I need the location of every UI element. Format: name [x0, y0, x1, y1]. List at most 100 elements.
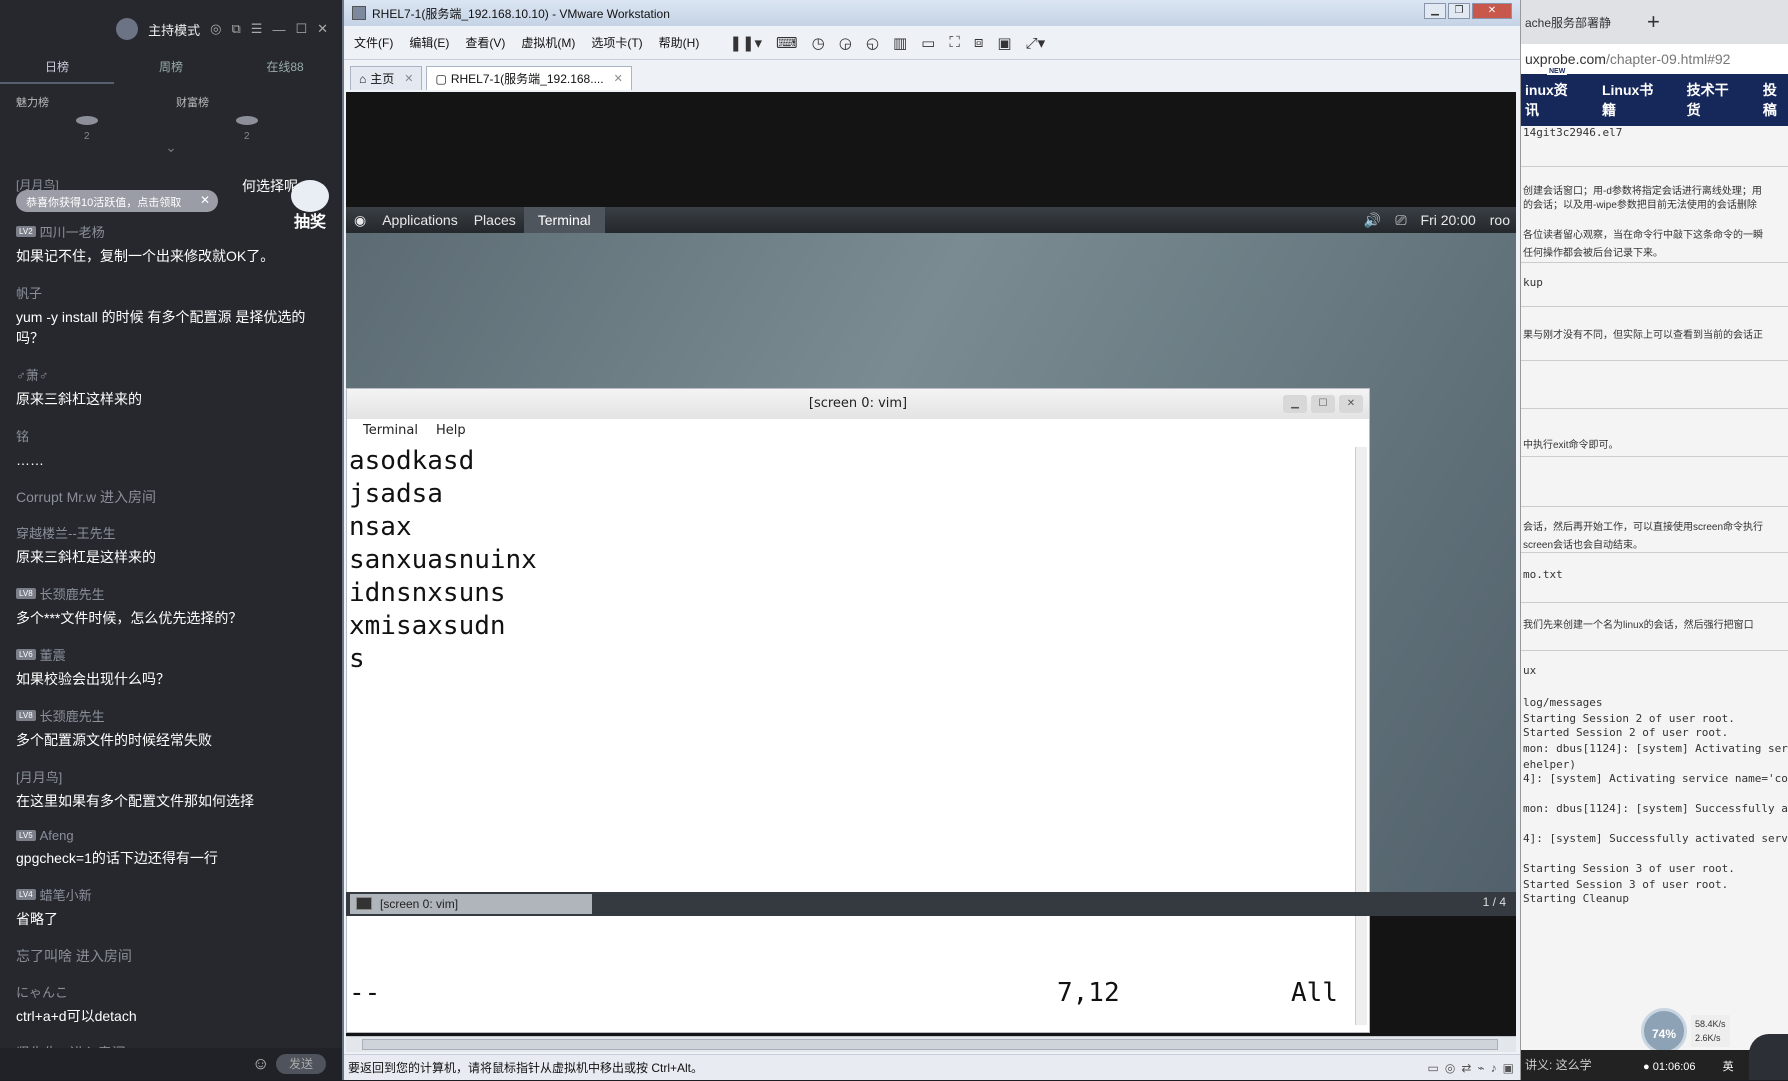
close-button[interactable]: ✕: [1339, 395, 1363, 413]
thumbnail-icon[interactable]: ▭: [921, 34, 935, 52]
close-icon[interactable]: ✕: [614, 72, 623, 85]
charm-top-avatar[interactable]: [76, 116, 98, 125]
menu-vm[interactable]: 虚拟机(M): [521, 34, 575, 51]
send-keys-icon[interactable]: ⌨: [776, 34, 798, 52]
gnome-clock[interactable]: Fri 20:00: [1421, 212, 1476, 229]
tab-daily[interactable]: 日榜: [0, 58, 114, 84]
cdrom-icon[interactable]: ◎: [1445, 1055, 1455, 1081]
settings-icon[interactable]: ◎: [210, 21, 221, 37]
menu-view[interactable]: 查看(V): [465, 34, 505, 51]
gnome-logo-icon[interactable]: ◉: [346, 212, 374, 229]
network-meter[interactable]: 74% 58.4K/s 2.6K/s: [1641, 1008, 1730, 1054]
chat-username[interactable]: 忘了叫啥 进入房间: [16, 946, 332, 966]
minimize-button[interactable]: ▁: [1283, 395, 1307, 413]
sidebar-icon[interactable]: ▥: [893, 34, 907, 52]
user-menu[interactable]: roo: [1490, 212, 1510, 229]
menu-icon[interactable]: ☰: [251, 21, 263, 37]
tab-home[interactable]: ⌂ 主页 ✕: [350, 66, 423, 90]
chat-username[interactable]: にゃんこ: [16, 982, 332, 1001]
new-tab-icon[interactable]: +: [1647, 9, 1660, 35]
chat-username[interactable]: LV2 四川一老杨: [16, 222, 332, 241]
scrollbar-thumb[interactable]: [362, 1039, 1498, 1050]
share-icon[interactable]: ⧉: [231, 21, 240, 37]
applications-menu[interactable]: Applications: [374, 212, 466, 228]
terminal-titlebar[interactable]: [screen 0: vim] ▁ ☐ ✕: [347, 389, 1369, 419]
chevron-down-icon[interactable]: ⌄: [0, 140, 342, 156]
vmware-titlebar[interactable]: RHEL7-1(服务端_192.168.10.10) - VMware Work…: [344, 0, 1520, 26]
fullscreen-icon[interactable]: ⛶: [949, 34, 960, 52]
console-icon[interactable]: ▣: [997, 34, 1011, 52]
hdd-icon[interactable]: ▭: [1428, 1055, 1439, 1081]
taskbar-item-terminal[interactable]: [screen 0: vim]: [350, 894, 592, 914]
pause-icon[interactable]: ❚❚▾: [729, 34, 762, 52]
window-controls: ▁ ❐ ✕: [1424, 3, 1512, 19]
menu-edit[interactable]: 编辑(E): [409, 34, 449, 51]
chat-username[interactable]: 铭: [16, 426, 332, 445]
reward-toast-text: 恭喜你获得10活跃值，点击领取: [26, 197, 182, 209]
chat-username[interactable]: LV4 蜡笔小新: [16, 885, 332, 904]
wealth-top-avatar[interactable]: [236, 116, 258, 125]
send-button[interactable]: 发送: [276, 1054, 326, 1074]
stretch-icon[interactable]: ⤢▾: [1026, 34, 1046, 52]
minimize-button[interactable]: ▁: [1424, 3, 1446, 19]
snapshot-icon[interactable]: ◷: [812, 34, 825, 52]
ime-indicator[interactable]: 英: [1723, 1061, 1734, 1073]
maximize-button[interactable]: ❐: [1448, 3, 1470, 19]
terminal-window[interactable]: [screen 0: vim] ▁ ☐ ✕ Terminal Help asod…: [346, 388, 1370, 1033]
horizontal-scrollbar[interactable]: [346, 1036, 1516, 1052]
menu-terminal[interactable]: Terminal: [363, 419, 418, 443]
chat-username[interactable]: LV5 Afeng: [16, 828, 332, 843]
close-icon[interactable]: ✕: [317, 21, 328, 37]
chat-username[interactable]: 帆子: [16, 283, 332, 302]
host-avatar[interactable]: [116, 18, 139, 40]
nav-submit[interactable]: 投稿: [1763, 80, 1788, 120]
minimize-icon[interactable]: —: [272, 22, 285, 37]
browser-tab[interactable]: ache服务部署静: [1521, 14, 1631, 31]
section-divider: [1521, 456, 1788, 457]
network-icon[interactable]: ⎚: [1395, 212, 1406, 229]
sound-icon[interactable]: ♪: [1491, 1055, 1497, 1081]
terminal-scrollbar[interactable]: [1355, 447, 1367, 1025]
vm-display[interactable]: ◉ Applications Places Terminal 🔊 ⎚ Fri 2…: [346, 92, 1516, 1036]
menu-tabs[interactable]: 选项卡(T): [591, 34, 642, 51]
unity-icon[interactable]: ⧈: [974, 34, 984, 52]
chat-username[interactable]: LV8 长颈鹿先生: [16, 706, 332, 725]
menu-help[interactable]: Help: [436, 419, 466, 443]
nav-tech[interactable]: 技术干货: [1687, 80, 1737, 120]
revert-snapshot-icon[interactable]: ◶: [839, 34, 852, 52]
close-icon[interactable]: ✕: [404, 72, 413, 85]
vim-buffer[interactable]: asodkasd jsadsa nsax sanxuasnuinx idnsnxsuns…: [349, 445, 1351, 1027]
article-line: 中执行exit命令即可。: [1523, 440, 1619, 451]
reward-toast[interactable]: 恭喜你获得10活跃值，点击领取 ✕: [16, 190, 218, 212]
network-adapter-icon[interactable]: ⇄: [1461, 1055, 1471, 1081]
terminal-app-menu[interactable]: Terminal: [523, 207, 605, 233]
maximize-button[interactable]: ☐: [1311, 395, 1335, 413]
chat-message-text: 在这里如果有多个配置文件那如何选择: [16, 793, 254, 809]
nav-books[interactable]: Linux书籍: [1602, 80, 1661, 120]
places-menu[interactable]: Places: [466, 212, 524, 228]
menu-file[interactable]: 文件(F): [354, 34, 393, 51]
close-icon[interactable]: ✕: [200, 193, 210, 207]
tab-online[interactable]: 在线88: [228, 58, 342, 84]
display-icon[interactable]: ▣: [1503, 1055, 1514, 1081]
nav-news[interactable]: NEW inux资讯: [1525, 68, 1576, 120]
chat-username[interactable]: LV6 董震: [16, 645, 332, 664]
charm-board[interactable]: 魅力榜 2: [16, 94, 166, 142]
chat-username[interactable]: [月月鸟]: [16, 767, 332, 786]
wealth-board[interactable]: 财富榜 2: [176, 94, 326, 142]
emoji-icon[interactable]: ☺: [252, 1054, 269, 1074]
tab-vm[interactable]: ▢ RHEL7-1(服务端_192.168.... ✕: [426, 66, 632, 90]
workspace-indicator[interactable]: 1 / 4: [1483, 895, 1506, 909]
tab-weekly[interactable]: 周榜: [114, 58, 228, 84]
maximize-icon[interactable]: ☐: [295, 21, 307, 37]
vmware-app-icon: [352, 6, 366, 20]
chat-username[interactable]: ♂萧♂: [16, 365, 332, 384]
usb-icon[interactable]: ⌁: [1477, 1055, 1484, 1081]
snapshot-manager-icon[interactable]: ◵: [866, 34, 879, 52]
close-button[interactable]: ✕: [1472, 3, 1512, 19]
chat-username[interactable]: Corrupt Mr.w 进入房间: [16, 487, 332, 507]
menu-help[interactable]: 帮助(H): [659, 34, 700, 51]
volume-icon[interactable]: 🔊: [1364, 212, 1381, 229]
chat-username[interactable]: LV8 长颈鹿先生: [16, 584, 332, 603]
chat-username[interactable]: 穿越楼兰--王先生: [16, 523, 332, 542]
